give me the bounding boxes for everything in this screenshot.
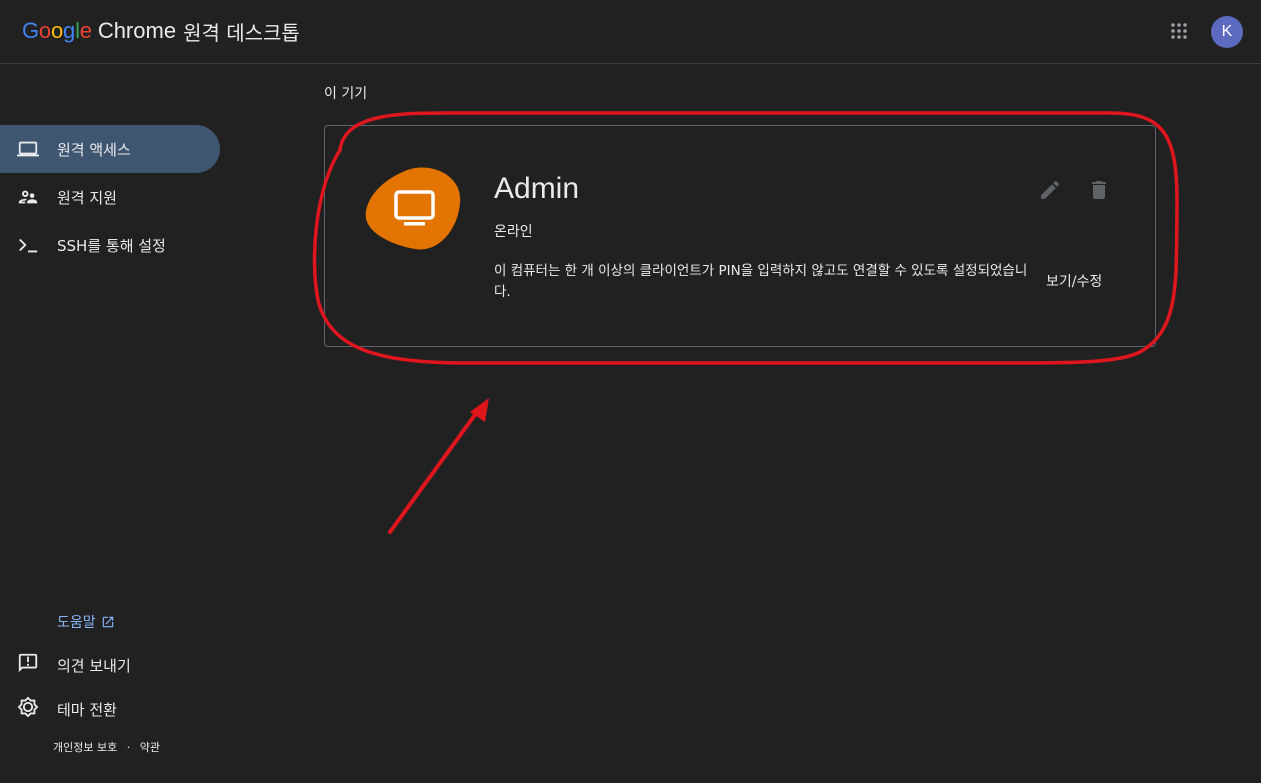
pencil-icon bbox=[1041, 180, 1060, 199]
google-logo-text: Google bbox=[22, 18, 92, 44]
sidebar-item-label: 원격 지원 bbox=[57, 188, 117, 207]
google-letter: o bbox=[50, 18, 64, 43]
sidebar-item-remote-support[interactable]: 원격 지원 bbox=[0, 173, 220, 221]
device-icon-badge bbox=[365, 167, 461, 251]
annotation-overlay bbox=[312, 111, 1179, 534]
avatar-initial: K bbox=[1221, 23, 1233, 40]
sidebar-item-ssh-setup[interactable]: SSH를 통해 설정 bbox=[0, 221, 220, 269]
theme-toggle-button[interactable]: 테마 전환 bbox=[17, 694, 117, 724]
chrome-text: Chrome bbox=[97, 18, 177, 43]
edit-button[interactable] bbox=[1038, 178, 1062, 202]
legal-separator: · bbox=[126, 741, 131, 754]
avatar[interactable]: K bbox=[1211, 16, 1243, 48]
feedback-icon bbox=[17, 652, 39, 678]
google-letter: g bbox=[63, 18, 76, 43]
people-icon bbox=[17, 186, 39, 208]
device-status: 온라인 bbox=[494, 224, 533, 240]
feedback-label: 의견 보내기 bbox=[57, 656, 131, 675]
help-label: 도움말 bbox=[57, 615, 96, 631]
privacy-link[interactable]: 개인정보 보호 bbox=[53, 739, 117, 755]
google-letter: e bbox=[79, 18, 92, 43]
apps-grid-icon[interactable] bbox=[1170, 22, 1188, 40]
app-brand[interactable]: Google Chrome 원격 데스크톱 bbox=[22, 17, 300, 45]
section-title: 이 기기 bbox=[324, 86, 368, 102]
annotation-arrow-shaft bbox=[388, 410, 479, 534]
view-edit-link[interactable]: 보기/수정 bbox=[1046, 271, 1102, 291]
sidebar-item-remote-access[interactable]: 원격 액세스 bbox=[0, 125, 220, 173]
terminal-icon bbox=[17, 234, 39, 256]
google-letter: o bbox=[38, 18, 51, 43]
open-in-new-icon bbox=[102, 616, 113, 628]
trash-icon bbox=[1092, 181, 1106, 199]
delete-button[interactable] bbox=[1087, 178, 1111, 202]
product-name: 원격 데스크톱 bbox=[183, 20, 300, 45]
brightness-icon bbox=[17, 696, 39, 722]
device-name: Admin bbox=[494, 172, 580, 205]
laptop-icon bbox=[17, 138, 39, 160]
theme-label: 테마 전환 bbox=[57, 700, 117, 719]
top-app-bar: Google Chrome 원격 데스크톱 K bbox=[0, 0, 1261, 64]
annotation-arrow-head bbox=[470, 398, 489, 422]
sidebar-item-label: SSH를 통해 설정 bbox=[57, 236, 166, 255]
help-link[interactable]: 도움말 bbox=[57, 612, 115, 632]
sidebar-item-label: 원격 액세스 bbox=[57, 140, 131, 159]
device-description: 이 컴퓨터는 한 개 이상의 클라이언트가 PIN을 입력하지 않고도 연결할 … bbox=[494, 263, 1028, 300]
terms-link[interactable]: 약관 bbox=[140, 739, 160, 755]
google-letter: G bbox=[22, 18, 39, 43]
legal-links: 개인정보 보호 · 약관 bbox=[53, 739, 160, 755]
send-feedback-button[interactable]: 의견 보내기 bbox=[17, 650, 131, 680]
